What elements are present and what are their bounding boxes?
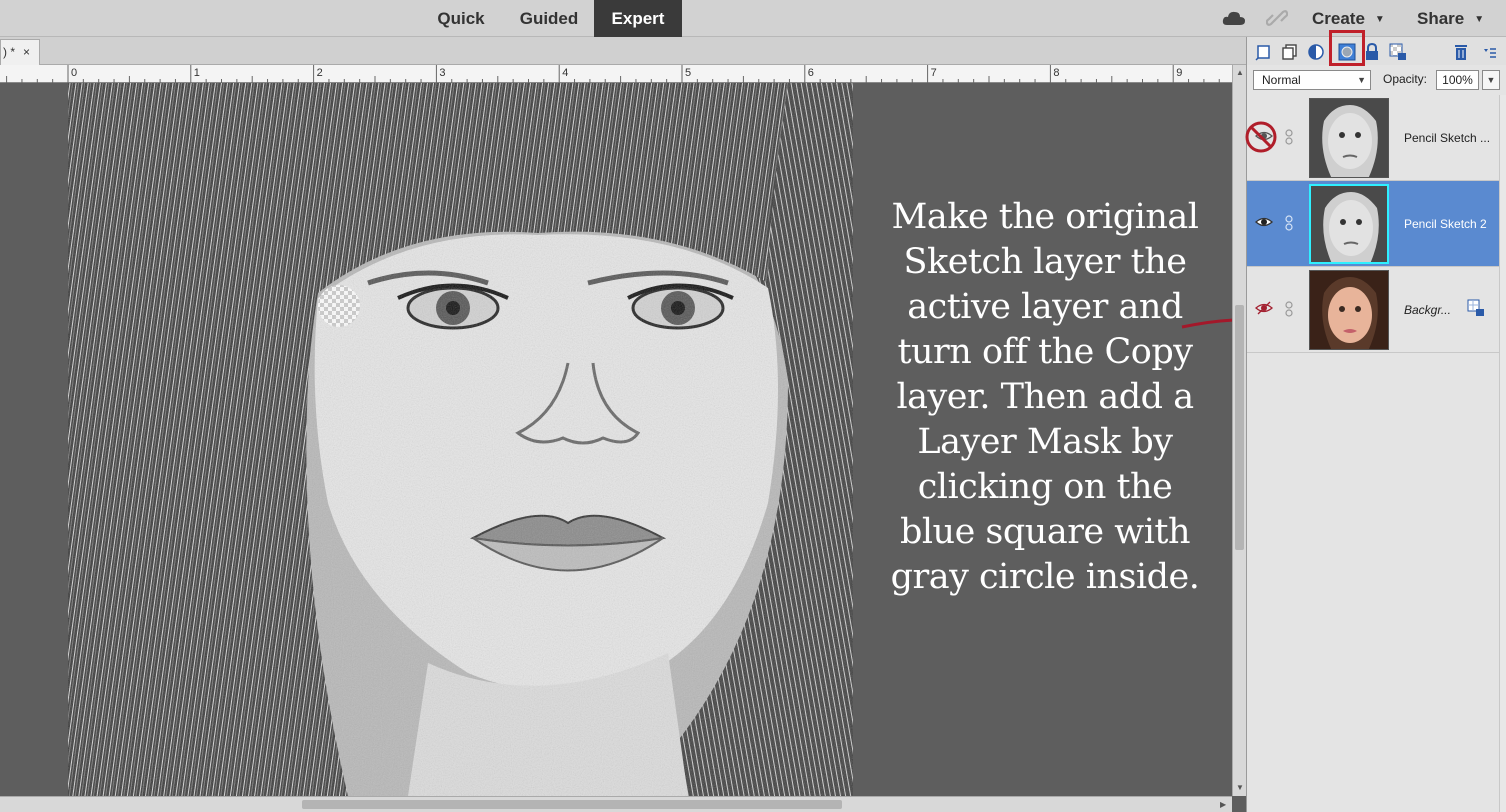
tutorial-instruction-text: Make the original Sketch layer the activ… (890, 197, 1200, 597)
new-layer-icon[interactable] (1255, 43, 1273, 61)
opacity-label: Opacity: (1383, 72, 1428, 86)
chevron-down-icon: ▼ (1374, 14, 1385, 26)
mode-bar: Quick Guided Expert Create ▼ Share ▼ (0, 0, 1506, 37)
canvas-area[interactable]: Make the original Sketch layer the activ… (0, 83, 1232, 796)
delete-layer-icon[interactable] (1452, 43, 1470, 61)
scroll-down-icon[interactable]: ▼ (1236, 783, 1244, 792)
create-label: Create (1312, 9, 1365, 28)
layer-row-background[interactable]: Backgr... (1247, 267, 1499, 353)
ruler-label: 6 (808, 67, 814, 79)
close-icon[interactable]: × (23, 40, 30, 64)
new-group-icon[interactable] (1281, 43, 1299, 61)
visibility-off-eye-icon[interactable] (1255, 299, 1273, 317)
pencil-sketch-image[interactable] (68, 83, 853, 796)
ruler-label: 7 (931, 67, 937, 79)
link-icon[interactable] (1266, 8, 1288, 28)
lock-icon[interactable] (1467, 299, 1485, 317)
ruler-label: 4 (562, 67, 568, 79)
vertical-scrollbar[interactable]: ▲ ▼ (1232, 65, 1246, 796)
tab-guided[interactable]: Guided (505, 0, 593, 37)
ruler-label: 1 (194, 67, 200, 79)
annotation-arrow-icon (1181, 318, 1232, 329)
layer-row-pencil-sketch-2[interactable]: Pencil Sketch 2 (1247, 181, 1499, 267)
add-layer-mask-icon[interactable] (1338, 43, 1356, 61)
adjustment-layer-icon[interactable] (1307, 43, 1325, 61)
tab-quick[interactable]: Quick (425, 0, 497, 37)
document-tab[interactable]: ) * × (0, 39, 40, 65)
document-tab-bar: ) * × (0, 37, 1246, 65)
vertical-scroll-thumb[interactable] (1235, 305, 1244, 550)
panel-menu-icon[interactable] (1480, 43, 1498, 61)
layers-panel-scrollbar[interactable] (1499, 95, 1506, 812)
ruler-label: 2 (317, 67, 323, 79)
layer-thumbnail[interactable] (1309, 184, 1389, 264)
link-chain-icon[interactable] (1284, 215, 1294, 231)
layer-name: Backgr... (1404, 303, 1451, 317)
opacity-input[interactable]: 100% (1436, 70, 1479, 90)
share-menu-button[interactable]: Share ▼ (1417, 0, 1484, 37)
ruler-label: 0 (71, 67, 77, 79)
blend-mode-value: Normal (1262, 73, 1301, 87)
ruler-label: 5 (685, 67, 691, 79)
blend-mode-select[interactable]: Normal ▼ (1253, 70, 1371, 90)
ruler-label: 9 (1176, 67, 1182, 79)
document-tab-label: ) * (3, 45, 15, 59)
visibility-eye-icon[interactable] (1255, 213, 1273, 231)
lock-transparency-icon[interactable] (1389, 43, 1407, 61)
horizontal-scroll-thumb[interactable] (302, 800, 842, 809)
layer-name: Pencil Sketch ... (1404, 131, 1491, 145)
scroll-up-icon[interactable]: ▲ (1236, 68, 1244, 77)
layers-toolbar (1247, 30, 1506, 66)
cloud-icon[interactable] (1222, 9, 1246, 27)
chevron-down-icon: ▼ (1474, 14, 1485, 26)
ruler-ticks: 0 1 2 3 4 5 6 7 8 9 (6, 65, 1220, 83)
chevron-down-icon: ▼ (1357, 75, 1366, 85)
hidden-annotation-icon (1245, 121, 1277, 153)
ruler-label: 8 (1053, 67, 1059, 79)
link-chain-icon[interactable] (1284, 129, 1294, 145)
ruler-label: 3 (439, 67, 445, 79)
horizontal-scrollbar[interactable]: ▶ (0, 796, 1232, 812)
lock-all-icon[interactable] (1363, 43, 1381, 61)
share-label: Share (1417, 9, 1465, 28)
scroll-right-icon[interactable]: ▶ (1220, 800, 1226, 809)
horizontal-ruler: 0 1 2 3 4 5 6 7 8 9 (0, 65, 1232, 83)
opacity-dropdown-button[interactable]: ▼ (1482, 70, 1500, 90)
layer-thumbnail[interactable] (1309, 98, 1389, 178)
layer-name: Pencil Sketch 2 (1404, 217, 1487, 231)
link-chain-icon[interactable] (1284, 301, 1294, 317)
layer-thumbnail[interactable] (1309, 270, 1389, 350)
tab-expert[interactable]: Expert (594, 0, 682, 37)
layer-row-pencil-sketch-copy[interactable]: Pencil Sketch ... (1245, 95, 1499, 181)
layers-panel: Normal ▼ Opacity: 100% ▼ Pencil Sketch .… (1245, 30, 1506, 812)
